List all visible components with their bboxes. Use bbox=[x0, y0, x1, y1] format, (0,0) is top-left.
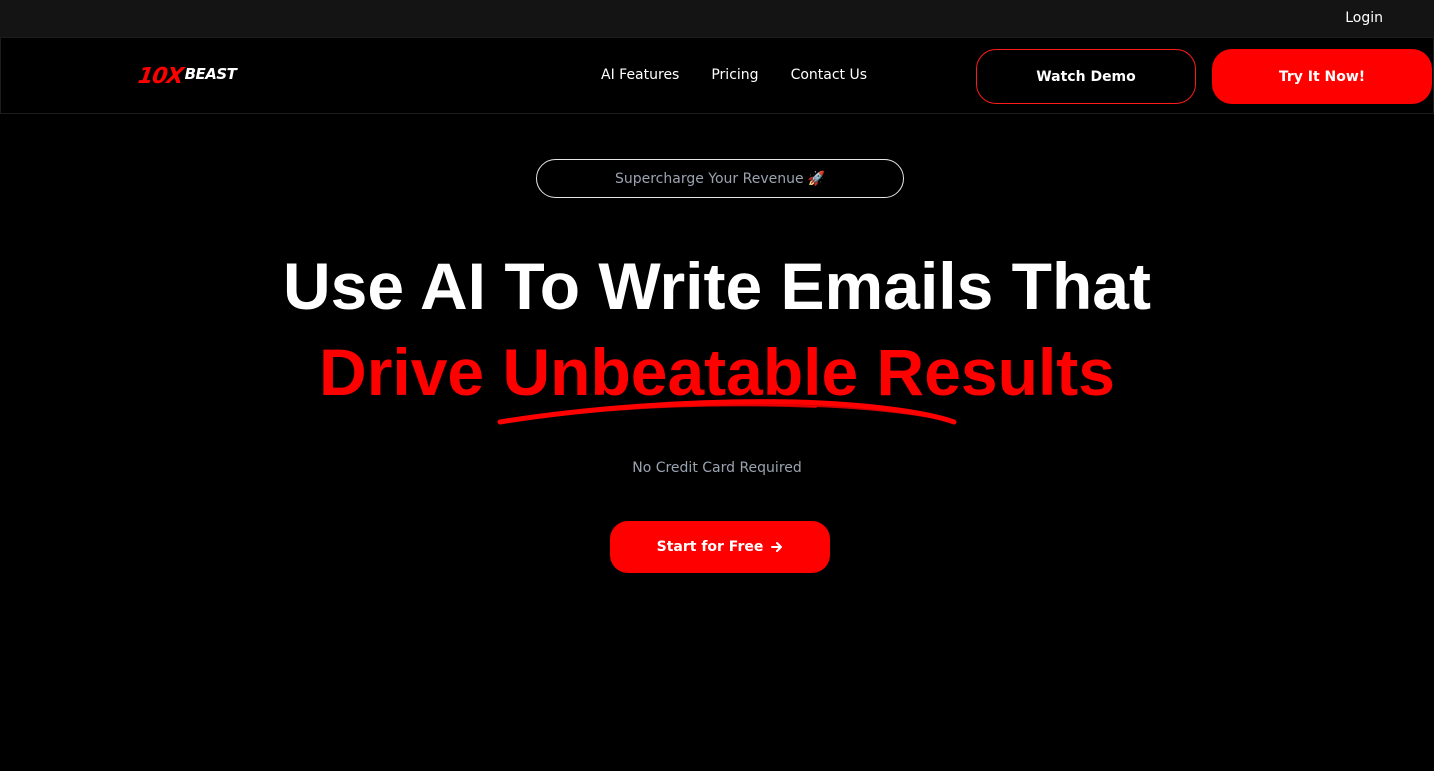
login-link[interactable]: Login bbox=[1345, 10, 1383, 26]
rocket-icon: 🚀 bbox=[807, 170, 826, 187]
main-navbar: 10X BEAST AI Features Pricing Contact Us… bbox=[0, 37, 1434, 114]
start-for-free-button[interactable]: Start for Free bbox=[610, 521, 830, 573]
no-credit-card-note: No Credit Card Required bbox=[632, 460, 802, 476]
try-it-now-label: Try It Now! bbox=[1278, 68, 1366, 85]
nav-link-ai-features[interactable]: AI Features bbox=[601, 67, 679, 83]
nav-link-pricing[interactable]: Pricing bbox=[711, 67, 758, 83]
logo-part-beast: BEAST bbox=[184, 65, 237, 83]
logo-part-10x: 10X bbox=[136, 64, 185, 89]
brush-underline-decoration bbox=[497, 399, 957, 425]
nav-links: AI Features Pricing Contact Us bbox=[601, 67, 867, 83]
try-it-now-button[interactable]: Try It Now! bbox=[1212, 49, 1432, 104]
brand-logo[interactable]: 10X BEAST bbox=[136, 63, 237, 89]
watch-demo-label: Watch Demo bbox=[1036, 68, 1136, 85]
watch-demo-button[interactable]: Watch Demo bbox=[976, 49, 1196, 104]
hero-headline-line1: Use AI To Write Emails That bbox=[283, 249, 1151, 323]
top-bar: Login bbox=[0, 0, 1434, 37]
nav-link-contact-us[interactable]: Contact Us bbox=[791, 67, 867, 83]
arrow-right-icon bbox=[771, 542, 783, 552]
hero-badge: Supercharge Your Revenue 🚀 bbox=[536, 159, 904, 198]
start-for-free-label: Start for Free bbox=[656, 539, 764, 555]
badge-text: Supercharge Your Revenue bbox=[614, 170, 804, 187]
